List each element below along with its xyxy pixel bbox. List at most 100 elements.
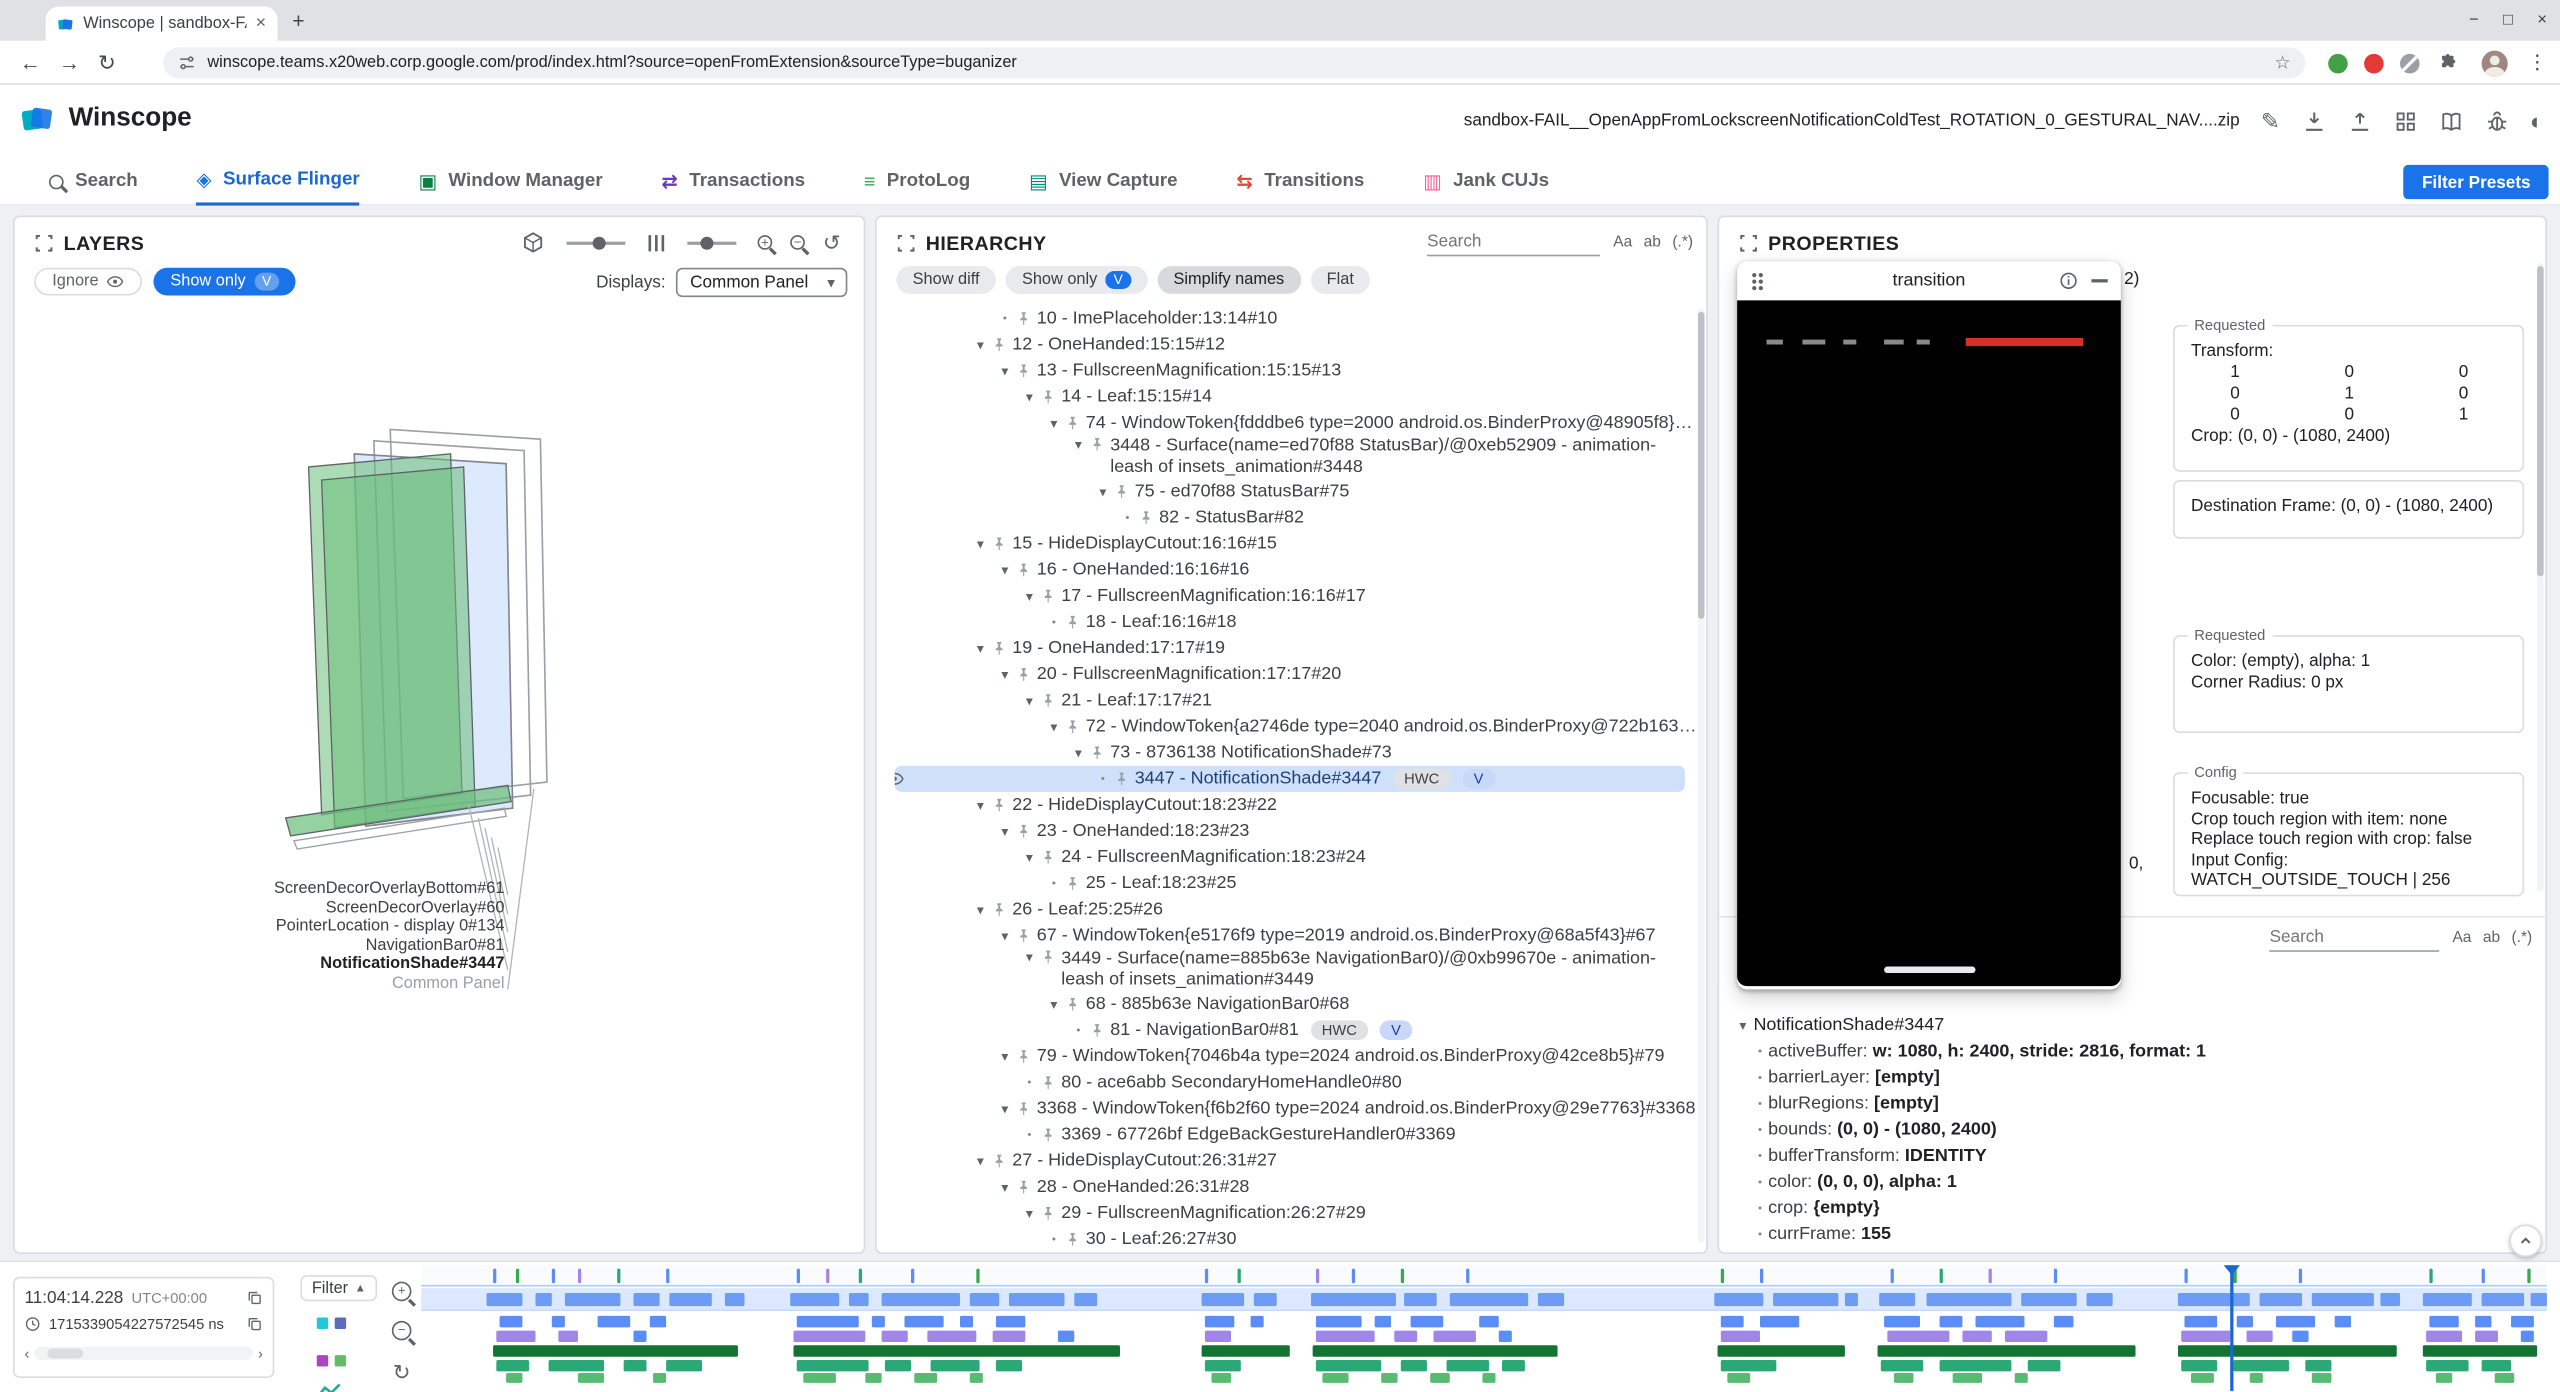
expand-arrow-icon[interactable]: ▾: [1068, 436, 1089, 454]
trace-segment[interactable]: [1202, 1293, 1244, 1306]
window-maximize-icon[interactable]: □: [2503, 11, 2513, 29]
trace-segment[interactable]: [1401, 1360, 1427, 1371]
trace-segment[interactable]: [2436, 1373, 2452, 1383]
tree-node[interactable]: •80 - ace6abb SecondaryHomeHandle0#80: [878, 1069, 1698, 1095]
trace-segment[interactable]: [996, 1316, 1025, 1327]
trace-segment[interactable]: [2423, 1345, 2537, 1356]
tree-node[interactable]: ▾79 - WindowToken{7046b4a type=2024 andr…: [878, 1043, 1698, 1069]
expand-arrow-icon[interactable]: ▾: [1068, 744, 1089, 762]
trace-segment[interactable]: [1502, 1360, 1525, 1371]
expand-arrow-icon[interactable]: ▾: [1043, 718, 1064, 736]
tab-protolog[interactable]: ≡ProtoLog: [864, 157, 970, 206]
panel-drag-icon[interactable]: [896, 233, 916, 253]
trace-segment[interactable]: [970, 1293, 999, 1306]
tree-node[interactable]: ▾24 - FullscreenMagnification:18:23#24: [878, 844, 1698, 870]
trace-segment[interactable]: [2005, 1331, 2047, 1342]
pin-icon[interactable]: [1016, 1048, 1032, 1064]
3d-view-icon[interactable]: [521, 230, 545, 254]
pin-icon[interactable]: [991, 640, 1007, 656]
trace-segment[interactable]: [1940, 1316, 1963, 1327]
trace-segment[interactable]: [2511, 1316, 2534, 1327]
tree-node[interactable]: ▾3448 - Surface(name=ed70f88 StatusBar)/…: [878, 436, 1698, 478]
property-row[interactable]: •crop: {empty}: [1752, 1195, 2532, 1221]
trace-segment[interactable]: [2531, 1293, 2547, 1306]
expand-arrow-icon[interactable]: ▾: [1019, 388, 1040, 406]
trace-segment[interactable]: [1205, 1331, 1231, 1342]
window-close-icon[interactable]: ×: [2537, 11, 2547, 29]
expand-arrow-icon[interactable]: ▾: [1019, 1204, 1040, 1222]
trace-segment[interactable]: [797, 1360, 869, 1371]
trace-segment[interactable]: [1887, 1331, 1949, 1342]
reload-icon[interactable]: ↻: [98, 51, 116, 77]
expand-arrow-icon[interactable]: ▾: [1019, 691, 1040, 709]
expand-arrow-icon[interactable]: ▾: [1043, 995, 1064, 1013]
trace-segment[interactable]: [496, 1331, 535, 1342]
tree-node[interactable]: ▾27 - HideDisplayCutout:26:31#27: [878, 1148, 1698, 1174]
pin-icon[interactable]: [1016, 927, 1032, 943]
extension-icon[interactable]: [2364, 54, 2384, 74]
trace-segment[interactable]: [650, 1316, 666, 1327]
trace-segment[interactable]: [996, 1360, 1022, 1371]
expand-arrow-icon[interactable]: ▾: [1092, 482, 1113, 500]
hierarchy-search[interactable]: [1427, 229, 1600, 257]
trace-segment[interactable]: [2054, 1316, 2074, 1327]
trace-segment[interactable]: [1447, 1360, 1489, 1371]
timeline-zoom-in-icon[interactable]: [392, 1282, 412, 1302]
expand-arrow-icon[interactable]: ▾: [1019, 587, 1040, 605]
upload-icon[interactable]: [2347, 109, 2371, 133]
tab-jank-cujs[interactable]: ▥Jank CUJs: [1423, 157, 1549, 206]
tree-node[interactable]: ▾3449 - Surface(name=885b63e NavigationB…: [878, 949, 1698, 991]
hierarchy-scrollbar[interactable]: [1698, 309, 1705, 1243]
trace-segment[interactable]: [793, 1345, 1120, 1356]
layer-label[interactable]: ScreenDecorOverlayBottom#61: [15, 880, 505, 899]
trace-segment[interactable]: [2482, 1360, 2511, 1371]
timeline-reset-zoom-icon[interactable]: ↻: [393, 1360, 411, 1386]
trace-segment[interactable]: [1894, 1373, 1914, 1383]
window-minimize-icon[interactable]: −: [2469, 11, 2479, 29]
trace-segment[interactable]: [1773, 1293, 1838, 1306]
trace-segment[interactable]: [970, 1373, 983, 1383]
pin-icon[interactable]: [1064, 1231, 1080, 1247]
trace-segment[interactable]: [633, 1293, 659, 1306]
trace-segment[interactable]: [1962, 1331, 1991, 1342]
trace-segment[interactable]: [578, 1373, 604, 1383]
panel-drag-icon[interactable]: [34, 233, 54, 253]
trace-segment[interactable]: [2028, 1360, 2061, 1371]
whole-word-icon[interactable]: ab: [1644, 233, 1661, 251]
new-tab-button[interactable]: +: [292, 8, 304, 32]
trace-segment[interactable]: [2305, 1360, 2331, 1371]
trace-segment[interactable]: [2426, 1331, 2462, 1342]
trace-segment[interactable]: [885, 1360, 911, 1371]
pin-icon[interactable]: [1138, 509, 1154, 525]
trace-segment[interactable]: [2191, 1373, 2214, 1383]
hierarchy-search-input[interactable]: [1427, 232, 1600, 252]
copy-icon[interactable]: [247, 1290, 263, 1306]
expand-arrow-icon[interactable]: ▾: [994, 665, 1015, 683]
trace-segment[interactable]: [1714, 1293, 1763, 1306]
extension-icon[interactable]: [2328, 54, 2348, 74]
trace-segment[interactable]: [1760, 1316, 1799, 1327]
profile-avatar[interactable]: [2482, 51, 2508, 77]
ignore-button[interactable]: Ignore: [34, 268, 142, 296]
tree-node[interactable]: ▾22 - HideDisplayCutout:18:23#22: [878, 792, 1698, 818]
back-icon[interactable]: ←: [20, 51, 41, 75]
hierarchy-button-simplify-names[interactable]: Simplify names: [1157, 266, 1300, 294]
site-settings-icon[interactable]: [178, 54, 196, 72]
hierarchy-button-show-diff[interactable]: Show diff: [896, 266, 996, 294]
trace-segment[interactable]: [493, 1345, 738, 1356]
pin-icon[interactable]: [1064, 996, 1080, 1012]
tree-node[interactable]: •3369 - 67726bf EdgeBackGestureHandler0#…: [878, 1122, 1698, 1148]
displays-select[interactable]: Common Panel ▼: [675, 268, 847, 297]
trace-segment[interactable]: [1205, 1316, 1234, 1327]
address-bar[interactable]: winscope.teams.x20web.corp.google.com/pr…: [163, 47, 2305, 78]
overlay-header[interactable]: transition: [1737, 261, 2121, 300]
trace-segment[interactable]: [487, 1293, 523, 1306]
trace-segment[interactable]: [1845, 1293, 1858, 1306]
trace-segment[interactable]: [565, 1293, 621, 1306]
tree-node[interactable]: •82 - StatusBar#82: [878, 504, 1698, 530]
zoom-in-icon[interactable]: [758, 235, 773, 250]
match-case-icon[interactable]: Aa: [1613, 233, 1632, 251]
pin-icon[interactable]: [1016, 666, 1032, 682]
expand-arrow-icon[interactable]: ▾: [970, 639, 991, 657]
trace-segment[interactable]: [1211, 1373, 1231, 1383]
